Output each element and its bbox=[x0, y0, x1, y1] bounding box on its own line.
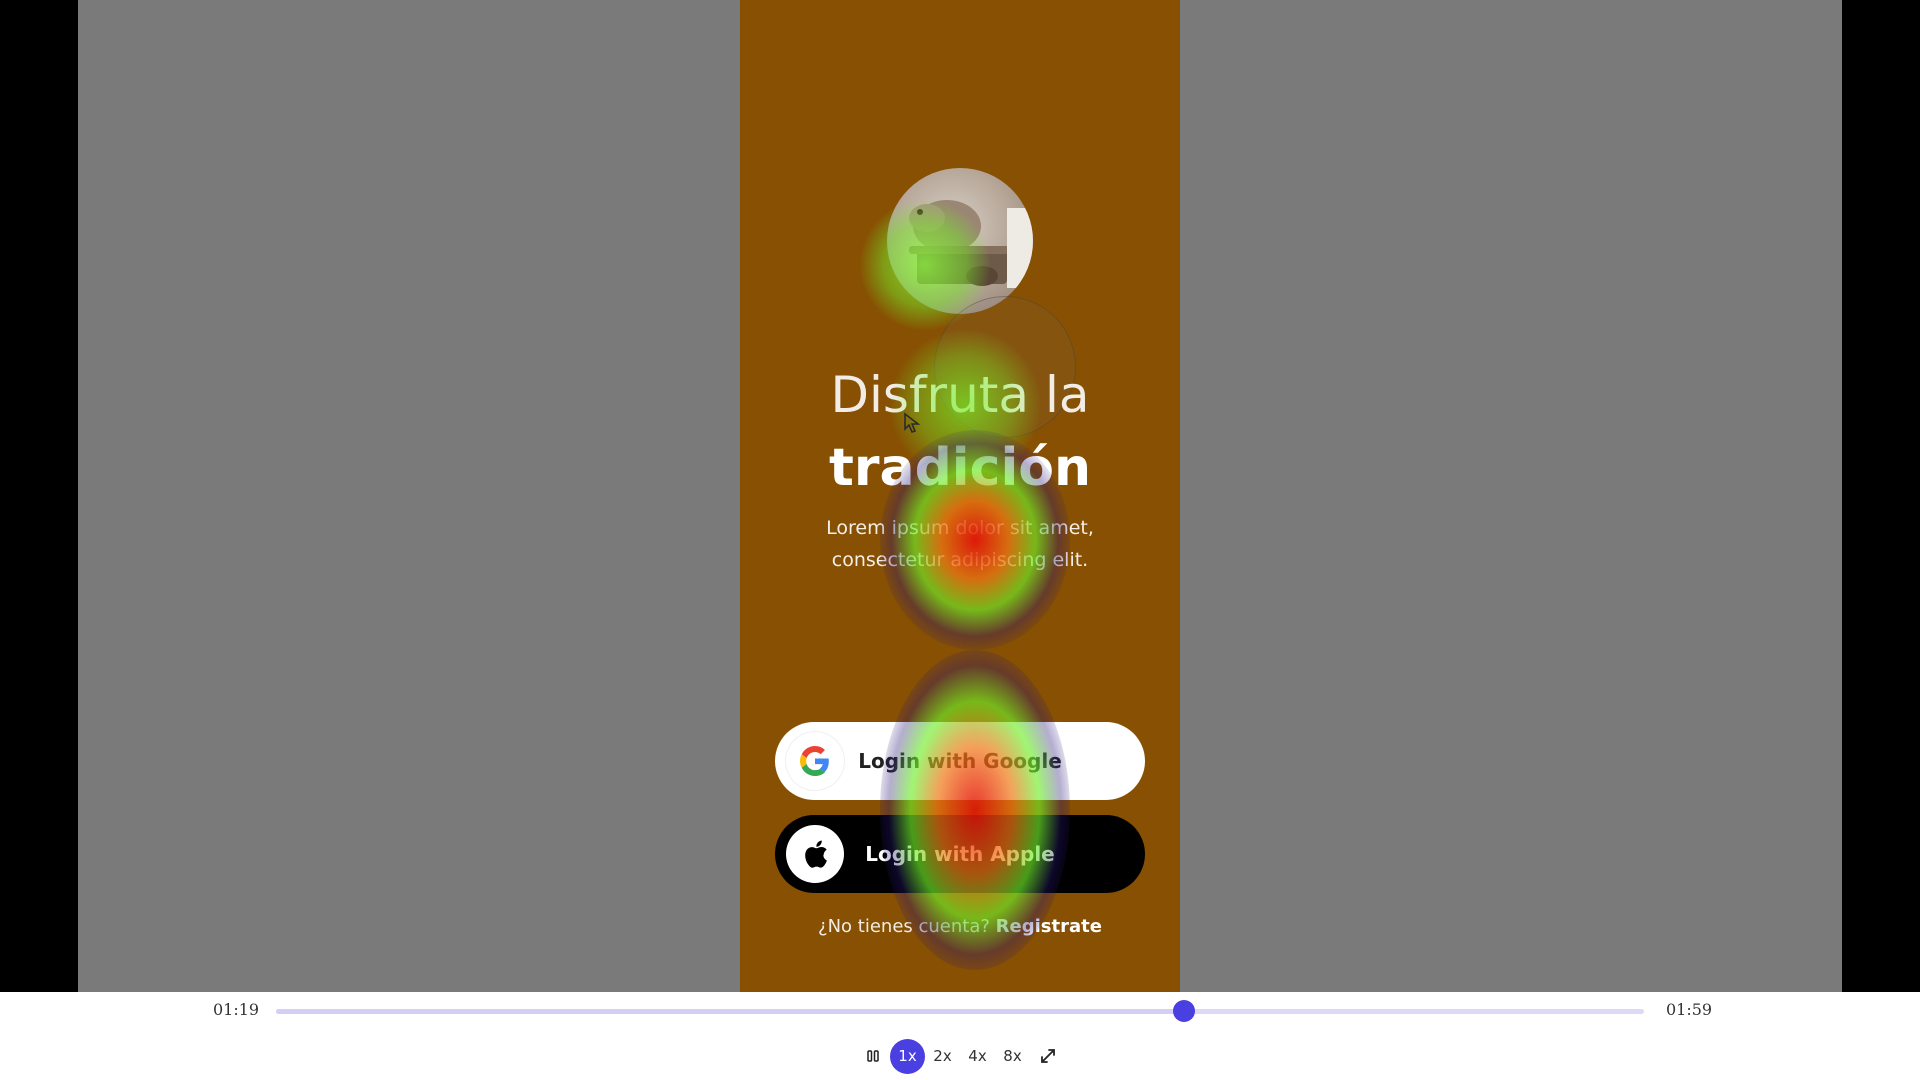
speed-2x-button[interactable]: 2x bbox=[925, 1039, 960, 1074]
signup-row: ¿No tienes cuenta? Registrate bbox=[740, 916, 1180, 937]
speed-8x-button[interactable]: 8x bbox=[995, 1039, 1030, 1074]
replay-stage: Disfruta la tradición Lorem ipsum dolor … bbox=[0, 0, 1920, 992]
apple-icon bbox=[786, 825, 844, 883]
login-google-button[interactable]: Login with Google bbox=[775, 722, 1145, 800]
total-time: 01:59 bbox=[1666, 1000, 1713, 1019]
current-time: 01:19 bbox=[213, 1000, 260, 1019]
capybara-avatar-icon bbox=[887, 168, 1033, 314]
login-apple-label: Login with Apple bbox=[865, 842, 1055, 866]
login-google-label: Login with Google bbox=[858, 749, 1062, 773]
progress-thumb[interactable] bbox=[1173, 1000, 1196, 1022]
google-g-icon bbox=[786, 732, 844, 790]
login-apple-button[interactable]: Login with Apple bbox=[775, 815, 1145, 893]
fullscreen-icon bbox=[1040, 1049, 1055, 1063]
mouse-cursor-icon bbox=[904, 412, 921, 433]
progress-fill bbox=[276, 1009, 1185, 1014]
replay-player-bar: 01:19 01:59 1x 2x 4x 8x bbox=[0, 992, 1920, 1080]
speed-1x-button[interactable]: 1x bbox=[890, 1038, 925, 1074]
speed-4x-button[interactable]: 4x bbox=[960, 1039, 995, 1074]
pause-button[interactable] bbox=[855, 1039, 890, 1074]
headline-line2: tradición bbox=[828, 438, 1092, 498]
pause-icon bbox=[866, 1050, 879, 1062]
fullscreen-button[interactable] bbox=[1030, 1039, 1065, 1074]
playback-controls: 1x 2x 4x 8x bbox=[0, 1038, 1920, 1074]
progress-track[interactable] bbox=[276, 1000, 1644, 1022]
signup-link[interactable]: Registrate bbox=[996, 916, 1102, 937]
signup-prompt: ¿No tienes cuenta? bbox=[818, 916, 990, 937]
headline-line1: Disfruta la bbox=[830, 366, 1090, 424]
phone-screen: Disfruta la tradición Lorem ipsum dolor … bbox=[740, 0, 1180, 992]
subtitle-text: Lorem ipsum dolor sit amet, consectetur … bbox=[826, 517, 1094, 571]
